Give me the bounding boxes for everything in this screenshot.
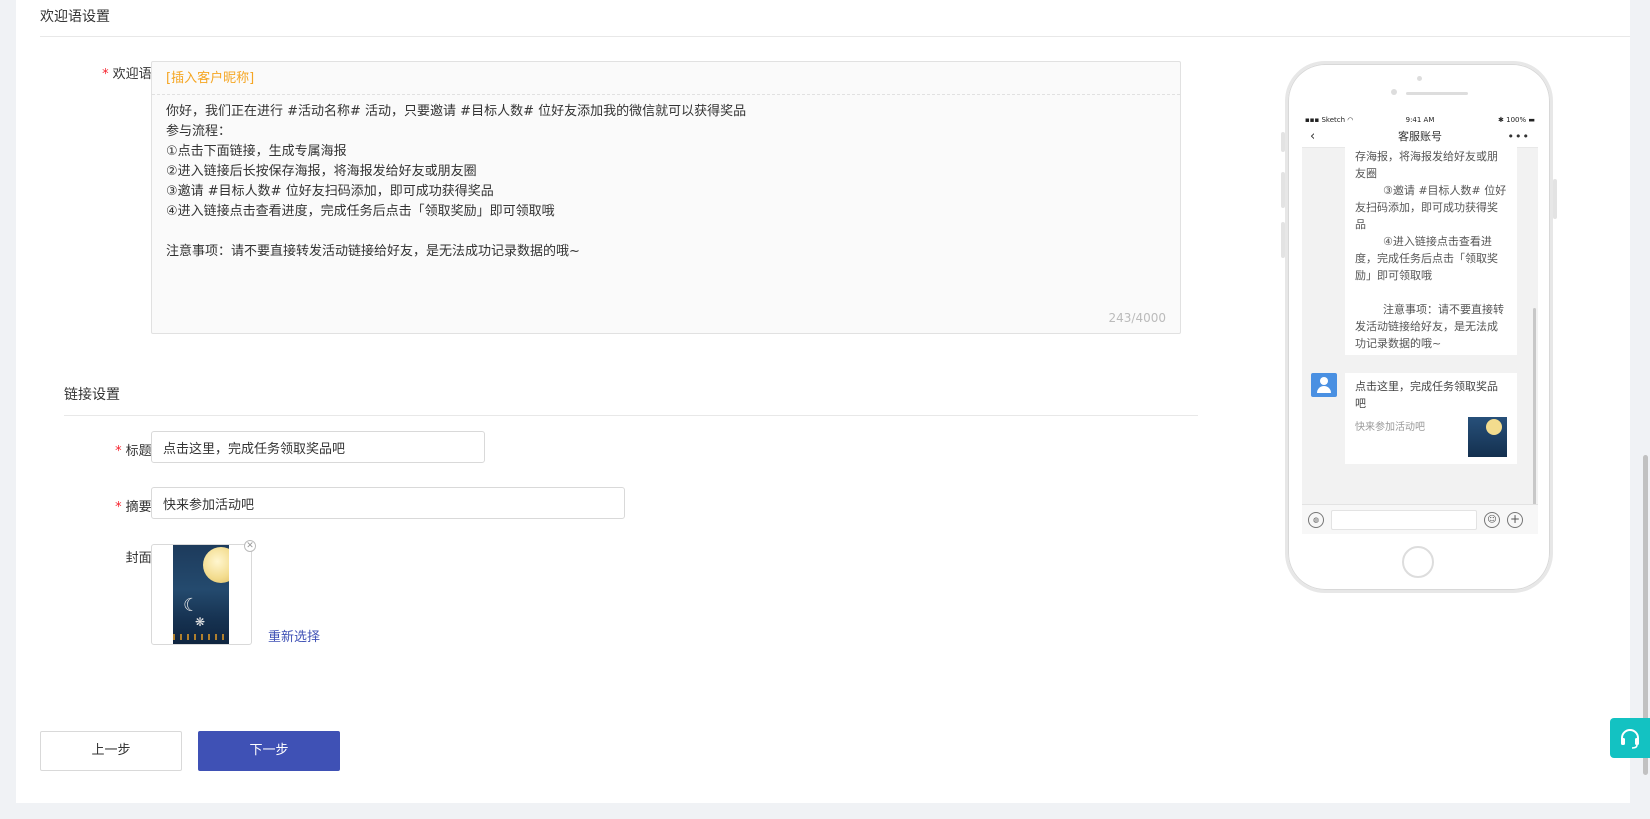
bubble-line: 存海报，将海报发给好友或朋友圈 — [1355, 150, 1498, 180]
chat-input[interactable] — [1331, 510, 1477, 530]
prev-step-button[interactable]: 上一步 — [40, 731, 182, 771]
phone-side-button — [1553, 179, 1557, 219]
chat-scrollbar[interactable] — [1533, 308, 1536, 518]
editor-line: ②进入链接后长按保存海报，将海报发给好友或朋友圈 — [166, 164, 477, 179]
phone-side-button — [1281, 172, 1285, 208]
cover-image: ☾ ❋ — [173, 545, 229, 644]
required-mark: * — [115, 444, 122, 459]
welcome-editor[interactable]: [插入客户昵称] 你好，我们正在进行 #活动名称# 活动，只要邀请 #目标人数#… — [151, 61, 1181, 334]
link-title-input[interactable] — [151, 431, 485, 463]
title-label: * 标题: — [56, 440, 156, 459]
voice-icon[interactable]: ◍ — [1308, 512, 1324, 528]
moon-shape — [1486, 419, 1502, 435]
chat-area: 存海报，将海报发给好友或朋友圈 ③邀请 #目标人数# 位好友扫码添加，即可成功获… — [1302, 144, 1538, 518]
phone-sensor — [1391, 89, 1397, 95]
required-mark: * — [115, 500, 122, 515]
card-thumbnail — [1468, 417, 1507, 457]
reselect-cover-link[interactable]: 重新选择 — [268, 626, 320, 645]
chat-input-bar: ◍ ☺ + — [1302, 504, 1538, 534]
status-battery: ✱ 100% ▬ — [1498, 116, 1535, 124]
insert-nickname-link[interactable]: [插入客户昵称] — [166, 71, 254, 86]
plus-icon[interactable]: + — [1507, 512, 1523, 528]
editor-line: ①点击下面链接，生成专属海报 — [166, 144, 347, 159]
status-bar: ▪▪▪ Sketch ◠ 9:41 AM ✱ 100% ▬ — [1302, 114, 1538, 126]
headset-icon — [1621, 729, 1639, 749]
editor-body[interactable]: 你好，我们正在进行 #活动名称# 活动，只要邀请 #目标人数# 位好友添加我的微… — [152, 95, 1180, 269]
editor-line: 注意事项：请不要直接转发活动链接给好友，是无法成功记录数据的哦~ — [166, 244, 580, 259]
remove-cover-icon[interactable]: ✕ — [244, 540, 256, 552]
phone-speaker — [1406, 92, 1468, 95]
editor-line: ③邀请 #目标人数# 位好友扫码添加，即可成功获得奖品 — [166, 184, 494, 199]
home-button — [1402, 546, 1434, 578]
next-step-button[interactable]: 下一步 — [198, 731, 340, 771]
card-title: 点击这里，完成任务领取奖品吧 — [1355, 380, 1498, 410]
bubble-line: 注意事项：请不要直接转发活动链接给好友，是无法成功记录数据的哦~ — [1355, 303, 1504, 350]
phone-camera — [1417, 76, 1422, 81]
link-section-title: 链接设置 — [64, 387, 120, 403]
summary-label: * 摘要: — [56, 496, 156, 515]
editor-toolbar: [插入客户昵称] — [152, 62, 1180, 95]
bubble-line: ④进入链接点击查看进度，完成任务后点击「领取奖励」即可领取哦 — [1355, 235, 1498, 282]
phone-side-button — [1281, 222, 1285, 258]
editor-line: 参与流程： — [166, 124, 232, 139]
cover-lanterns — [173, 634, 229, 640]
welcome-divider — [40, 36, 1630, 37]
cover-label: 封面: — [125, 551, 156, 566]
welcome-message-bubble: 存海报，将海报发给好友或朋友圈 ③邀请 #目标人数# 位好友扫码添加，即可成功获… — [1345, 144, 1517, 355]
char-counter: 243/4000 — [1108, 311, 1167, 325]
avatar — [1311, 373, 1337, 397]
cover-calligraphy: ☾ — [183, 595, 200, 616]
welcome-label-text: 欢迎语: — [112, 67, 156, 82]
welcome-label: * 欢迎语: — [56, 63, 156, 82]
link-card-bubble[interactable]: 点击这里，完成任务领取奖品吧 快来参加活动吧 — [1345, 373, 1517, 464]
link-divider — [64, 415, 1198, 416]
editor-line: ④进入链接点击查看进度，完成任务后点击「领取奖励」即可领取哦 — [166, 204, 555, 219]
phone-preview: ▪▪▪ Sketch ◠ 9:41 AM ✱ 100% ▬ ‹ 客服账号 •••… — [1281, 61, 1557, 593]
bubble-line — [1355, 284, 1507, 301]
customer-support-button[interactable] — [1610, 718, 1650, 758]
cover-thumbnail[interactable]: ☾ ❋ — [151, 544, 252, 645]
cover-ornament: ❋ — [195, 615, 206, 629]
user-icon — [1320, 377, 1328, 385]
welcome-section-title: 欢迎语设置 — [40, 9, 110, 25]
emoji-icon[interactable]: ☺ — [1484, 512, 1500, 528]
bubble-line: ③邀请 #目标人数# 位好友扫码添加，即可成功获得奖品 — [1355, 184, 1507, 231]
moon-shape — [203, 547, 229, 583]
link-summary-input[interactable] — [151, 487, 625, 519]
phone-side-button — [1281, 132, 1285, 152]
editor-line: 你好，我们正在进行 #活动名称# 活动，只要邀请 #目标人数# 位好友添加我的微… — [166, 104, 747, 119]
user-icon-body — [1317, 386, 1331, 393]
required-mark: * — [102, 67, 109, 82]
phone-screen: ▪▪▪ Sketch ◠ 9:41 AM ✱ 100% ▬ ‹ 客服账号 •••… — [1302, 114, 1538, 534]
